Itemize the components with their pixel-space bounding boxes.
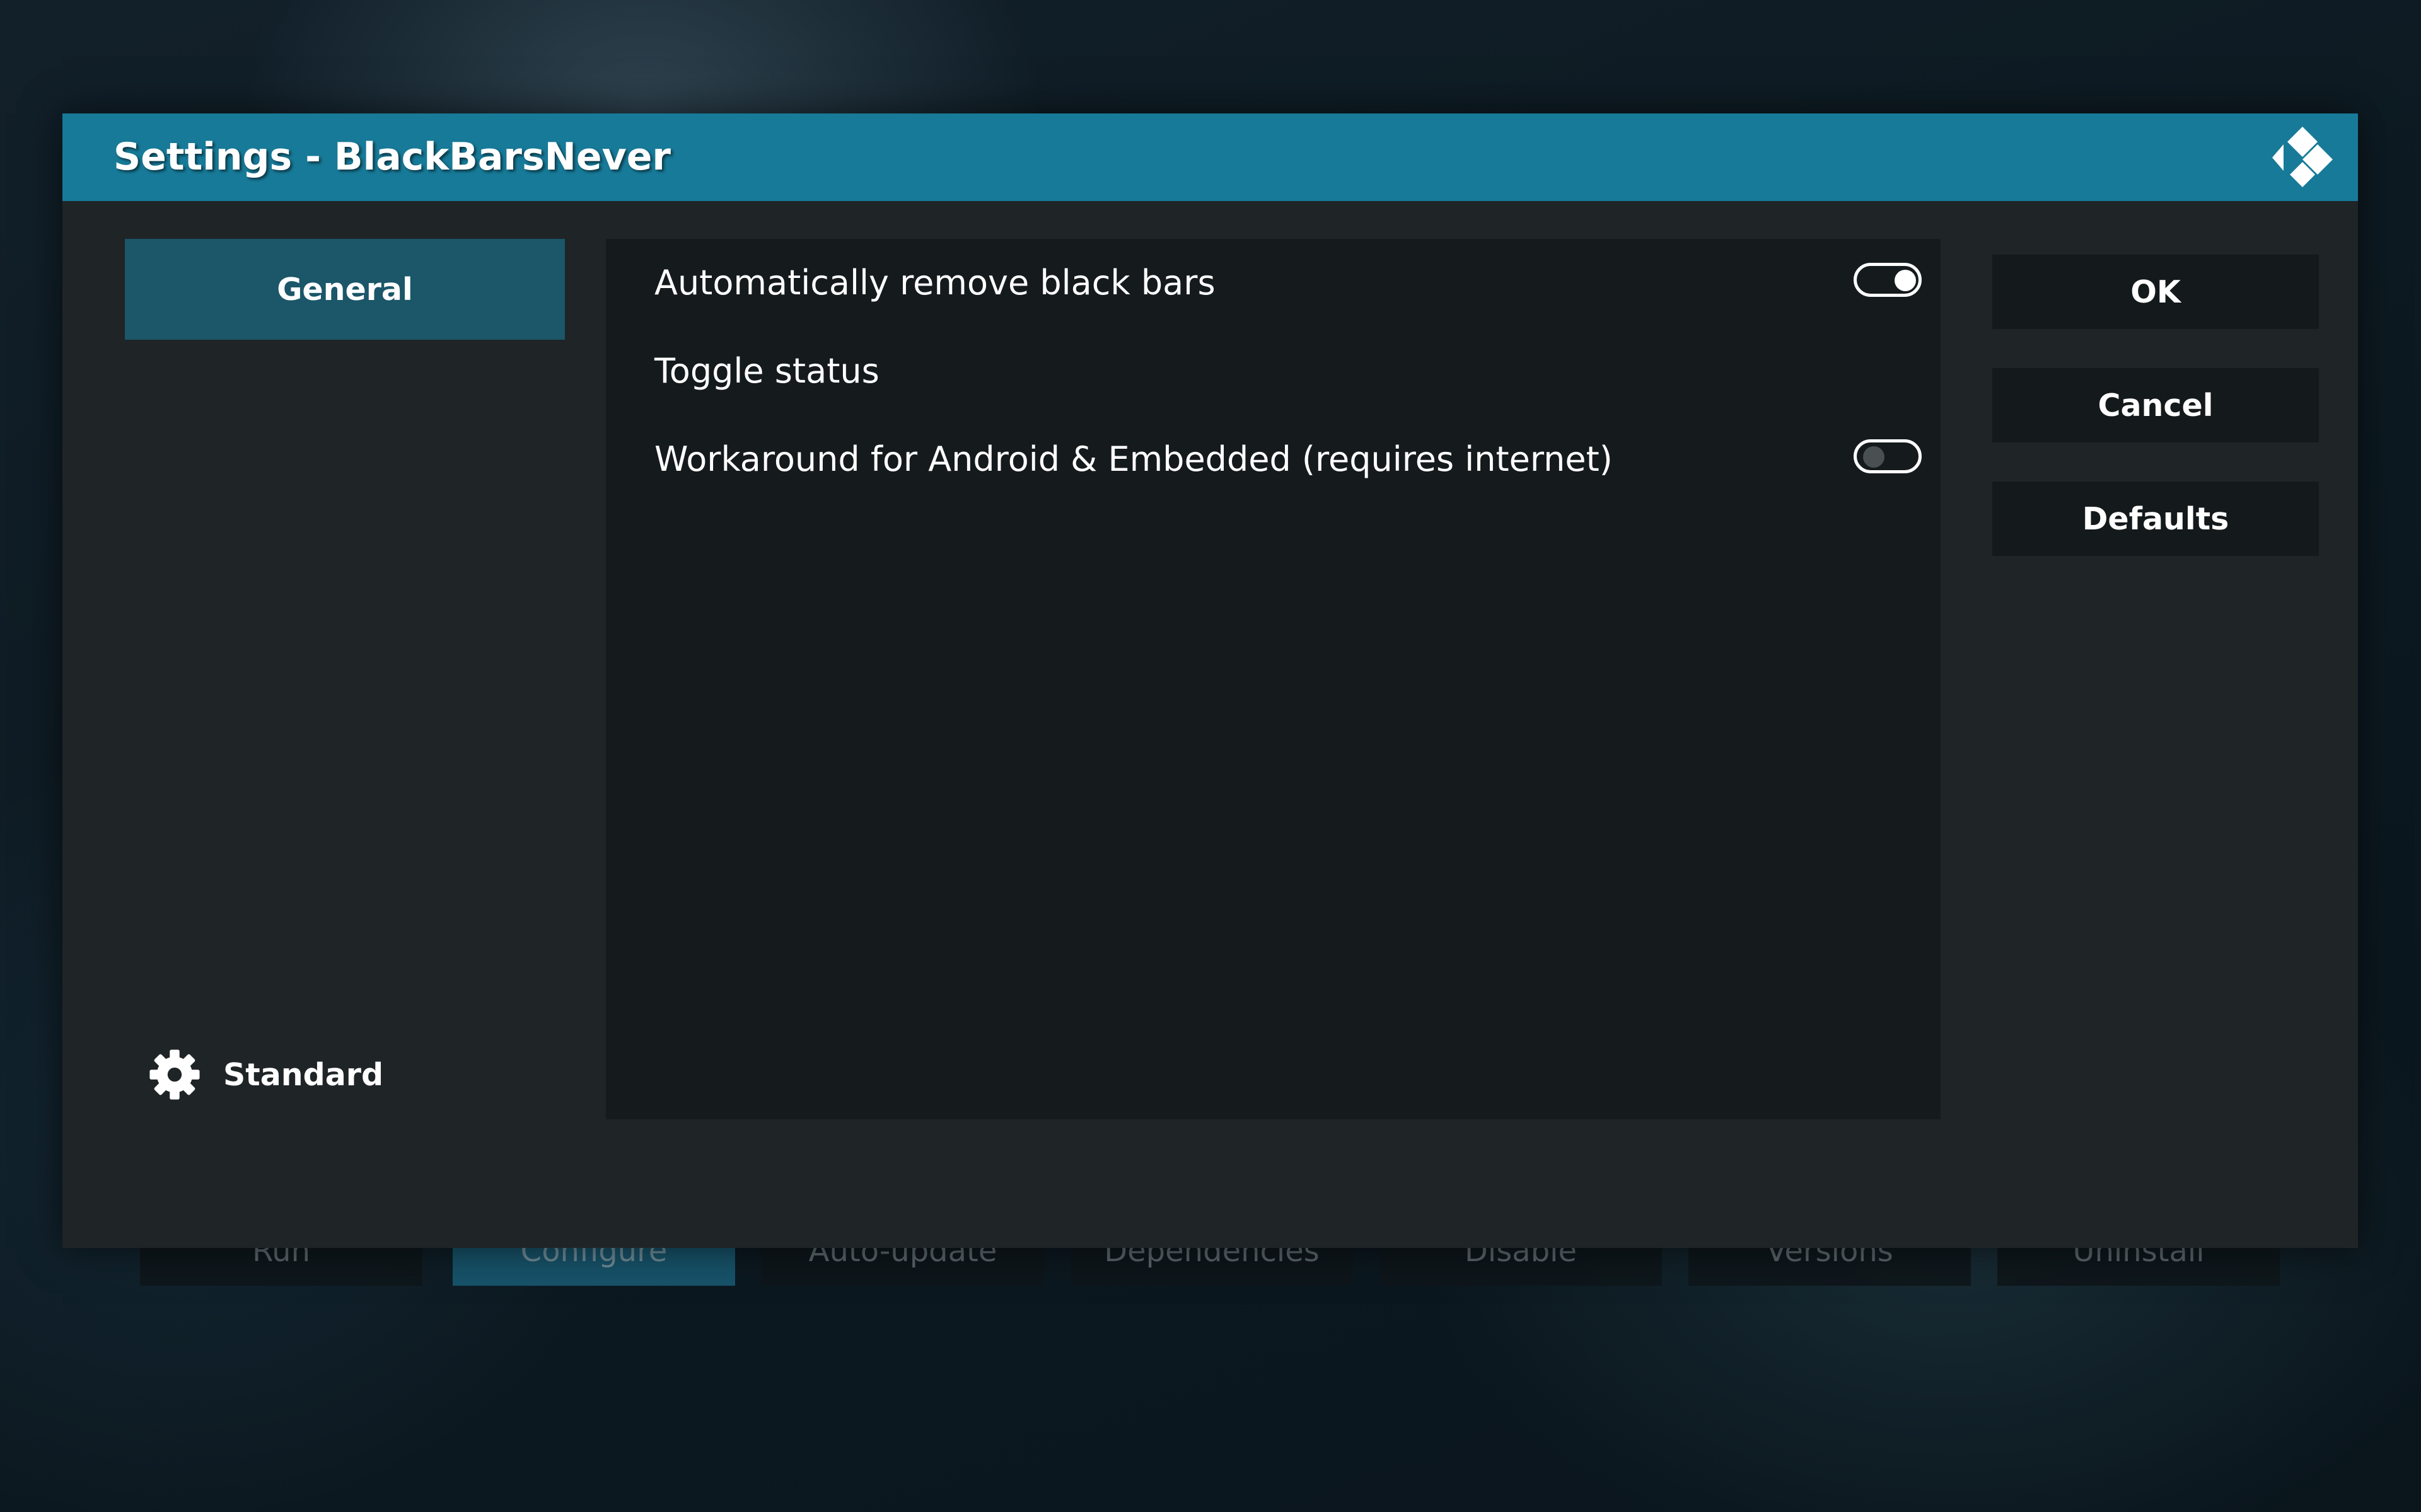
gear-icon: [149, 1049, 200, 1100]
setting-android-workaround[interactable]: Workaround for Android & Embedded (requi…: [606, 415, 1941, 504]
toggle-switch-on[interactable]: [1854, 263, 1922, 297]
settings-level-button[interactable]: Standard: [148, 1040, 383, 1109]
toggle-switch-off[interactable]: [1854, 439, 1922, 473]
settings-dialog: Settings - BlackBarsNever General Standa…: [62, 113, 2358, 1248]
toggle-knob: [1895, 270, 1916, 291]
setting-label: Workaround for Android & Embedded (requi…: [654, 439, 1613, 479]
setting-label: Automatically remove black bars: [654, 263, 1216, 303]
settings-level-label: Standard: [223, 1056, 384, 1093]
ok-button[interactable]: OK: [1992, 255, 2319, 329]
setting-label: Toggle status: [654, 351, 880, 391]
setting-auto-remove-black-bars[interactable]: Automatically remove black bars: [606, 239, 1941, 327]
setting-toggle-status[interactable]: Toggle status: [606, 327, 1941, 415]
cancel-button[interactable]: Cancel: [1992, 368, 2319, 442]
dialog-header: Settings - BlackBarsNever: [62, 113, 2358, 201]
category-general[interactable]: General: [125, 239, 565, 340]
toggle-knob: [1863, 446, 1884, 468]
dialog-title: Settings - BlackBarsNever: [113, 135, 671, 179]
defaults-button[interactable]: Defaults: [1992, 482, 2319, 556]
kodi-logo-icon: [2272, 127, 2333, 187]
settings-list: Automatically remove black bars Toggle s…: [606, 239, 1941, 1119]
